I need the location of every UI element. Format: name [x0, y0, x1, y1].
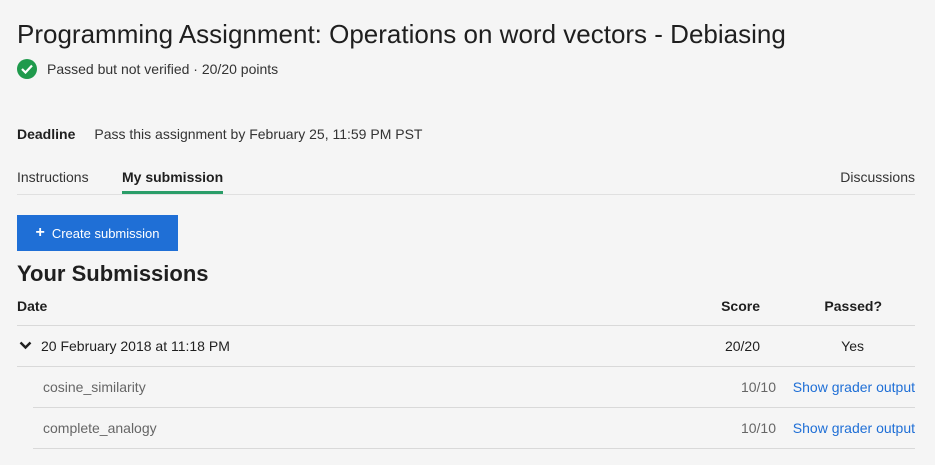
submission-score: 20/20 — [724, 338, 760, 354]
part-name: cosine_similarity — [43, 379, 146, 395]
check-circle-icon — [17, 59, 37, 79]
submission-date: 20 February 2018 at 11:18 PM — [41, 338, 230, 354]
chevron-down-icon[interactable] — [19, 341, 32, 350]
create-submission-label: Create submission — [51, 225, 160, 241]
show-grader-output-link[interactable]: Show grader output — [793, 420, 915, 436]
header-passed: Passed? — [824, 298, 882, 314]
submissions-title: Your Submissions — [17, 261, 209, 286]
part-score: 10/10 — [740, 420, 776, 436]
tab-instructions[interactable]: Instructions — [17, 169, 89, 193]
header-date: Date — [17, 298, 48, 314]
part-row: cosine_similarity 10/10 Show grader outp… — [33, 367, 915, 408]
table-header: Date Score Passed? — [17, 288, 915, 326]
tab-bar: Instructions My submission Discussions — [17, 158, 915, 195]
header-score: Score — [721, 298, 760, 314]
part-row: complete_analogy 10/10 Show grader outpu… — [33, 408, 915, 449]
part-score: 10/10 — [740, 379, 776, 395]
submissions-table: Date Score Passed? 20 February 2018 at 1… — [17, 288, 915, 449]
part-name: complete_analogy — [43, 420, 157, 436]
status-text: Passed but not verified · 20/20 points — [47, 61, 279, 77]
tab-discussions[interactable]: Discussions — [840, 169, 915, 193]
submission-passed: Yes — [841, 338, 864, 354]
plus-icon: + — [35, 224, 45, 241]
deadline-label: Deadline — [17, 126, 76, 142]
deadline: Deadline Pass this assignment by Februar… — [17, 126, 422, 142]
tab-my-submission[interactable]: My submission — [122, 169, 224, 194]
show-grader-output-link[interactable]: Show grader output — [793, 379, 915, 395]
deadline-text: Pass this assignment by February 25, 11:… — [94, 126, 423, 142]
create-submission-button[interactable]: + Create submission — [17, 215, 178, 251]
submission-row[interactable]: 20 February 2018 at 11:18 PM 20/20 Yes — [17, 326, 915, 367]
status-line: Passed but not verified · 20/20 points — [17, 59, 278, 79]
page-title: Programming Assignment: Operations on wo… — [17, 19, 786, 49]
